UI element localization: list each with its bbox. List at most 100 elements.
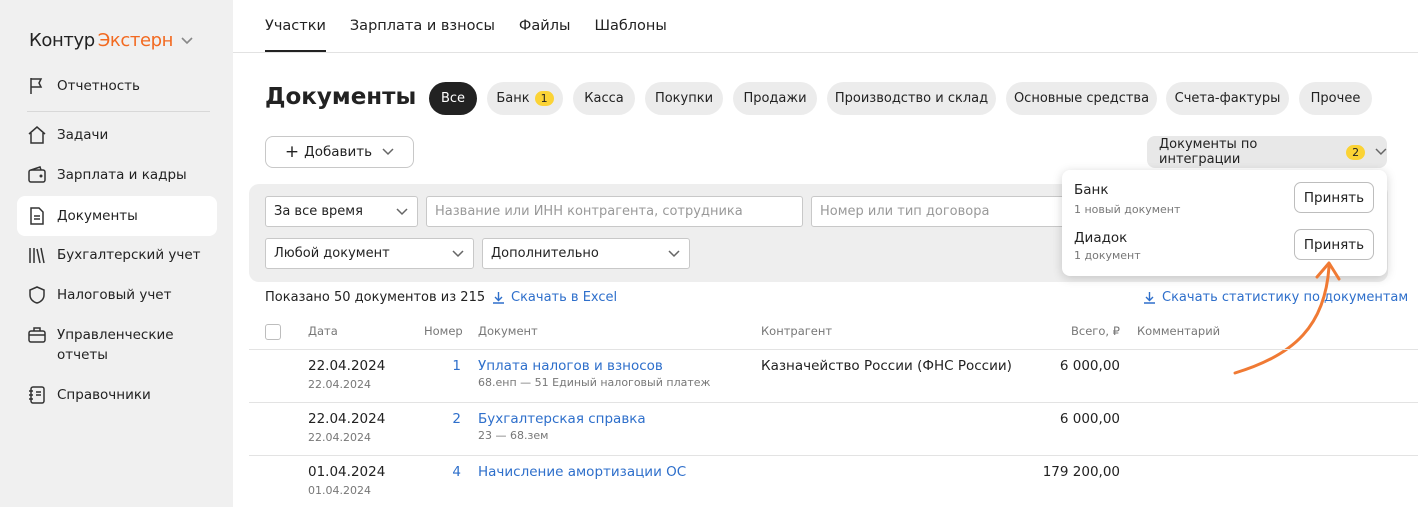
chip-fixed-assets[interactable]: Основные средства	[1006, 82, 1157, 115]
chip-invoices[interactable]: Счета-фактуры	[1166, 82, 1289, 115]
chevron-down-icon	[181, 36, 193, 44]
wallet-icon	[28, 166, 46, 183]
row-document-link[interactable]: Начисление амортизации ОС	[478, 464, 686, 480]
sidebar-item-management[interactable]: Управленческие отчеты	[17, 325, 217, 365]
popup-item-title: Диадок	[1074, 230, 1128, 246]
chip-bank-badge: 1	[534, 91, 554, 106]
row-date-secondary: 01.04.2024	[308, 484, 371, 497]
notebook-icon	[29, 386, 45, 404]
tab-salary[interactable]: Зарплата и взносы	[350, 0, 495, 52]
row-total: 6 000,00	[1059, 411, 1120, 427]
add-button[interactable]: + Добавить	[265, 136, 414, 168]
shield-icon	[29, 286, 45, 304]
select-all-checkbox[interactable]	[265, 324, 281, 340]
row-document-link[interactable]: Уплата налогов и взносов	[478, 358, 663, 374]
chevron-down-icon	[668, 250, 680, 258]
sidebar-item-tasks[interactable]: Задачи	[17, 115, 217, 155]
chevron-down-icon	[382, 148, 394, 156]
sidebar-item-label: Задачи	[57, 127, 109, 143]
document-icon	[30, 207, 44, 225]
plus-icon: +	[284, 142, 300, 162]
chip-purchases[interactable]: Покупки	[645, 82, 723, 115]
logo-extern: Экстерн	[97, 30, 174, 51]
chevron-down-icon	[1375, 148, 1387, 156]
table-divider	[249, 349, 1418, 350]
popup-item-subtitle: 1 новый документ	[1074, 203, 1181, 216]
sidebar-item-accounting[interactable]: Бухгалтерский учет	[17, 235, 217, 275]
header-comment: Комментарий	[1137, 324, 1221, 338]
row-number[interactable]: 2	[431, 411, 461, 427]
integration-docs-button[interactable]: Документы по интеграции 2	[1147, 136, 1387, 168]
integration-badge: 2	[1346, 144, 1366, 160]
row-number[interactable]: 4	[431, 464, 461, 480]
contract-search-input[interactable]: Номер или тип договора	[811, 196, 1071, 227]
tab-templates[interactable]: Шаблоны	[594, 0, 666, 52]
chip-sales[interactable]: Продажи	[733, 82, 817, 115]
header-counterparty[interactable]: Контрагент	[761, 324, 832, 338]
row-date-secondary: 22.04.2024	[308, 378, 371, 391]
sidebar-item-tax[interactable]: Налоговый учет	[17, 275, 217, 315]
chip-label: Банк	[496, 91, 530, 106]
sidebar-item-label: Бухгалтерский учет	[57, 247, 201, 263]
sidebar-item-label: Управленческие отчеты	[57, 325, 174, 365]
counterparty-search-input[interactable]: Название или ИНН контрагента, сотрудника	[426, 196, 803, 227]
chip-bank[interactable]: Банк 1	[487, 82, 563, 115]
tab-sites[interactable]: Участки	[265, 0, 326, 52]
chip-production[interactable]: Производство и склад	[827, 82, 996, 115]
shown-count: Показано 50 документов из 215	[265, 290, 486, 305]
row-date: 01.04.2024	[308, 464, 386, 480]
tabs-divider	[233, 52, 1418, 53]
chevron-down-icon	[396, 208, 408, 216]
sidebar-item-reference[interactable]: Справочники	[17, 375, 217, 415]
header-date[interactable]: Дата	[308, 324, 338, 338]
sidebar-item-label: Справочники	[57, 387, 151, 403]
row-number[interactable]: 1	[431, 358, 461, 374]
download-stats-link[interactable]: Скачать статистику по документам	[1143, 290, 1408, 305]
home-icon	[28, 126, 46, 144]
label-line-1: Управленческие	[57, 327, 174, 343]
annotation-arrow	[1233, 261, 1341, 375]
sidebar: Контур Экстерн Отчетность Задачи Зарплата…	[0, 0, 233, 507]
briefcase-icon	[28, 327, 46, 343]
chip-other[interactable]: Прочее	[1299, 82, 1372, 115]
add-button-label: Добавить	[304, 144, 373, 160]
sidebar-item-salary[interactable]: Зарплата и кадры	[17, 155, 217, 195]
chip-cash[interactable]: Касса	[573, 82, 635, 115]
doc-type-value: Любой документ	[274, 246, 390, 261]
row-date: 22.04.2024	[308, 358, 386, 374]
header-total[interactable]: Всего, ₽	[1000, 324, 1120, 338]
label-line-2: отчеты	[57, 347, 108, 363]
chip-all[interactable]: Все	[429, 82, 477, 115]
sidebar-item-label: Зарплата и кадры	[57, 167, 187, 183]
sidebar-item-reporting[interactable]: Отчетность	[17, 66, 217, 106]
download-excel-label: Скачать в Excel	[511, 290, 618, 305]
row-counterparty: Казначейство России (ФНС России)	[761, 358, 1012, 374]
books-icon	[29, 247, 45, 264]
sidebar-divider	[27, 111, 210, 112]
popup-item-title: Банк	[1074, 182, 1109, 198]
sidebar-item-documents[interactable]: Документы	[17, 196, 217, 236]
product-switcher[interactable]: Контур Экстерн	[29, 30, 193, 51]
tab-files[interactable]: Файлы	[519, 0, 571, 52]
doc-type-select[interactable]: Любой документ	[265, 238, 474, 269]
row-document-link[interactable]: Бухгалтерская справка	[478, 411, 646, 427]
extra-filters-select[interactable]: Дополнительно	[482, 238, 690, 269]
download-excel-link[interactable]: Скачать в Excel	[492, 290, 617, 305]
row-document-sub: 68.енп — 51 Единый налоговый платеж	[478, 376, 711, 389]
page-title: Документы	[265, 84, 417, 110]
row-total: 179 200,00	[1042, 464, 1120, 480]
period-value: За все время	[274, 204, 363, 219]
row-date-secondary: 22.04.2024	[308, 431, 371, 444]
accept-bank-button[interactable]: Принять	[1294, 182, 1374, 213]
header-number[interactable]: Номер	[424, 324, 463, 338]
flag-icon	[30, 78, 43, 94]
row-document-sub: 23 — 68.зем	[478, 429, 549, 442]
sidebar-item-label: Документы	[57, 208, 138, 224]
header-document[interactable]: Документ	[478, 324, 538, 338]
period-select[interactable]: За все время	[265, 196, 418, 227]
download-icon	[1144, 292, 1155, 304]
top-tabs: Участки Зарплата и взносы Файлы Шаблоны	[265, 0, 691, 52]
table-divider	[249, 402, 1418, 403]
download-icon	[493, 292, 504, 304]
row-date: 22.04.2024	[308, 411, 386, 427]
